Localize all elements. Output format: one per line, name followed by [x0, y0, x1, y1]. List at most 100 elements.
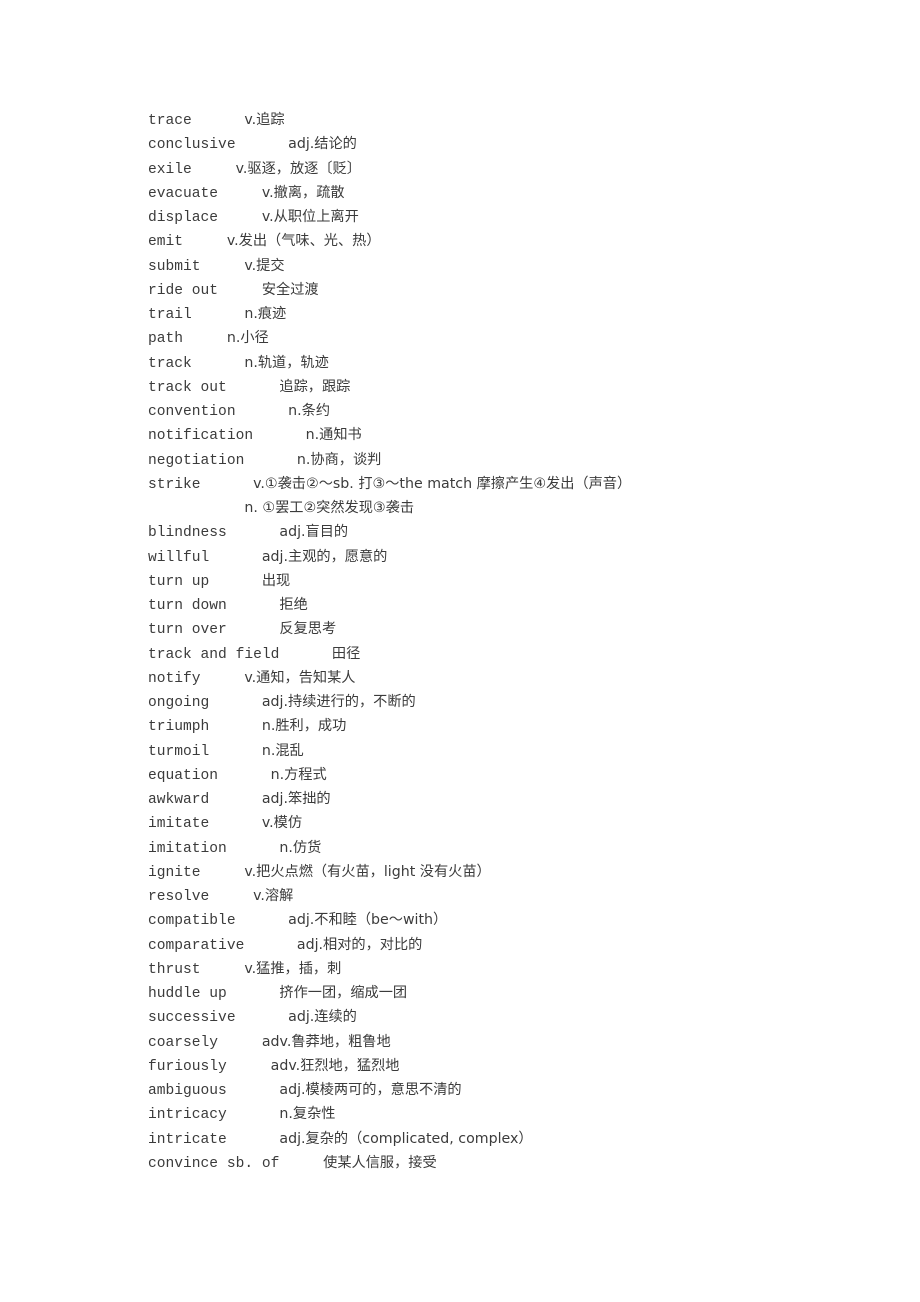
vocabulary-entry: compatible adj.不和睦（be～with） — [148, 908, 880, 932]
entry-definition: 挤作一团，缩成一团 — [279, 985, 408, 1001]
vocabulary-entry: intricate adj.复杂的（complicated, complex） — [148, 1127, 880, 1151]
entry-headword: furiously — [148, 1058, 227, 1075]
entry-definition: adj.主观的，愿意的 — [261, 548, 388, 565]
vocabulary-entry: notification n.通知书 — [148, 423, 880, 447]
entry-headword: trail — [148, 307, 192, 323]
entry-definition: n.轨道，轨迹 — [244, 354, 329, 371]
entry-spacer — [227, 622, 280, 638]
entry-spacer — [227, 598, 280, 614]
entry-spacer — [227, 1059, 271, 1075]
entry-headword: awkward — [148, 792, 210, 808]
vocabulary-entry-list: trace v.追踪 conclusive adj.结论的 exile v.驱逐，放… — [148, 108, 880, 1175]
entry-definition: n.仿货 — [279, 839, 322, 856]
entry-definition: v.撤离，疏散 — [261, 184, 345, 201]
entry-spacer — [209, 792, 262, 808]
vocabulary-entry: willful adj.主观的，愿意的 — [148, 545, 880, 569]
entry-spacer — [218, 283, 262, 299]
vocabulary-entry: convention n.条约 — [148, 399, 880, 423]
entry-spacer — [192, 356, 245, 372]
vocabulary-entry: coarsely adv.鲁莽地，粗鲁地 — [148, 1030, 880, 1054]
entry-definition: v.把火点燃（有火苗，light 没有火苗） — [244, 863, 491, 880]
entry-headword: ride out — [148, 282, 219, 299]
entry-headword: conclusive — [148, 137, 236, 154]
entry-definition: n.痕迹 — [244, 306, 287, 322]
vocabulary-entry: equation n.方程式 — [148, 763, 880, 787]
entry-spacer — [244, 938, 297, 954]
vocabulary-entry: turmoil n.混乱 — [148, 739, 880, 763]
entry-spacer — [227, 380, 280, 396]
entry-headword: submit — [148, 258, 201, 275]
entry-headword: ambiguous — [148, 1083, 227, 1099]
vocabulary-entry: resolve v.溶解 — [148, 884, 880, 908]
entry-headword: trace — [148, 113, 192, 129]
entry-spacer — [236, 404, 289, 420]
entry-spacer — [279, 1156, 323, 1172]
entry-headword: comparative — [148, 937, 245, 954]
vocabulary-entry: strike v.①袭击②～sb. 打③～the match 摩擦产生④发出（声… — [148, 472, 880, 496]
entry-headword: convince sb. of — [148, 1155, 280, 1172]
entry-spacer — [218, 186, 262, 202]
entry-spacer — [209, 695, 262, 711]
entry-definition: adj.相对的，对比的 — [296, 936, 423, 953]
vocabulary-entry: track and field 田径 — [148, 642, 880, 666]
vocabulary-entry: track n.轨道，轨迹 — [148, 351, 880, 375]
entry-headword: intricate — [148, 1131, 227, 1148]
entry-definition: n.条约 — [288, 403, 331, 419]
entry-definition: 田径 — [331, 645, 361, 662]
entry-spacer — [183, 331, 227, 347]
entry-spacer — [183, 234, 227, 250]
document-page: trace v.追踪 conclusive adj.结论的 exile v.驱逐，放… — [0, 0, 920, 1302]
entry-definition: adv.狂烈地，猛烈地 — [270, 1057, 400, 1074]
entry-definition: n.混乱 — [261, 742, 304, 759]
vocabulary-entry: emit v.发出（气味、光、热） — [148, 229, 880, 253]
entry-headword: huddle up — [148, 986, 227, 1002]
entry-definition: n.小径 — [226, 330, 269, 347]
entry-headword: emit — [148, 234, 184, 251]
entry-headword: notify — [148, 670, 201, 687]
entry-definition: n.复杂性 — [279, 1106, 336, 1123]
entry-spacer — [227, 1083, 280, 1099]
entry-definition: adj.盲目的 — [279, 524, 349, 541]
entry-definition: 拒绝 — [279, 597, 308, 613]
entry-headword: intricacy — [148, 1107, 227, 1124]
vocabulary-entry: trail n.痕迹 — [148, 302, 880, 326]
entry-headword: path — [148, 331, 184, 348]
entry-headword: track and field — [148, 646, 280, 663]
entry-spacer — [192, 307, 245, 323]
vocabulary-entry: notify v.通知，告知某人 — [148, 666, 880, 690]
entry-headword: track — [148, 355, 192, 372]
entry-definition: v.发出（气味、光、热） — [226, 233, 381, 250]
entry-definition: v.模仿 — [261, 815, 303, 832]
vocabulary-entry: huddle up 挤作一团，缩成一团 — [148, 981, 880, 1005]
entry-headword: negotiation — [148, 452, 245, 469]
entry-spacer — [209, 719, 262, 735]
entry-spacer — [209, 574, 262, 590]
entry-definition: 出现 — [261, 572, 291, 589]
entry-definition: v.通知，告知某人 — [244, 669, 356, 686]
vocabulary-entry: submit v.提交 — [148, 254, 880, 278]
entry-spacer — [201, 865, 245, 881]
entry-spacer — [201, 671, 245, 687]
entry-spacer — [209, 816, 262, 832]
entry-definition: v.驱逐，放逐〔贬〕 — [235, 160, 361, 177]
entry-definition: v.溶解 — [253, 888, 294, 904]
entry-headword: turn down — [148, 598, 227, 614]
entry-headword: convention — [148, 404, 236, 420]
entry-spacer — [218, 1035, 262, 1051]
entry-headword: blindness — [148, 525, 227, 542]
entry-spacer — [244, 453, 297, 469]
vocabulary-entry: ambiguous adj.模棱两可的，意思不清的 — [148, 1078, 880, 1102]
vocabulary-entry: intricacy n.复杂性 — [148, 1102, 880, 1126]
entry-spacer — [236, 137, 289, 153]
vocabulary-entry: blindness adj.盲目的 — [148, 520, 880, 544]
entry-spacer — [209, 889, 253, 905]
vocabulary-entry: turn up 出现 — [148, 569, 880, 593]
vocabulary-entry: path n.小径 — [148, 326, 880, 350]
entry-headword: ongoing — [148, 695, 210, 711]
entry-headword: turn up — [148, 573, 210, 590]
vocabulary-entry: convince sb. of 使某人信服，接受 — [148, 1151, 880, 1175]
entry-definition: 反复思考 — [279, 621, 337, 638]
entry-spacer — [236, 913, 289, 929]
entry-headword: ignite — [148, 864, 201, 881]
vocabulary-entry: track out 追踪，跟踪 — [148, 375, 880, 399]
